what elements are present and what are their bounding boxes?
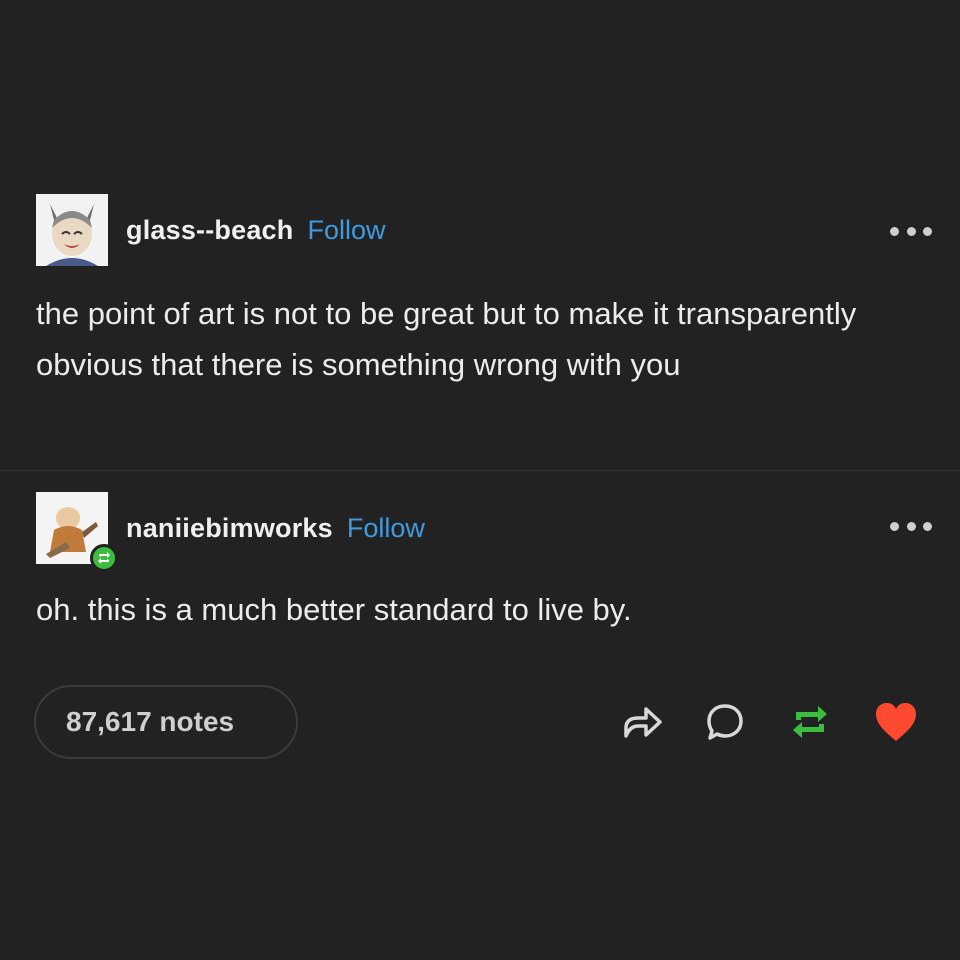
post-text: oh. this is a much better standard to li… [36,592,632,627]
divider [0,470,960,471]
reblog-icon [98,552,110,564]
username[interactable]: glass--beach [126,215,293,246]
post-text: the point of art is not to be great but … [36,296,857,382]
notes-count-button[interactable]: 87,617 notes [34,685,298,759]
username[interactable]: naniiebimworks [126,513,333,544]
more-options-icon[interactable] [890,225,932,237]
like-heart-icon[interactable] [872,698,920,746]
reblog-badge [90,544,118,572]
avatar-wrapper [36,492,118,572]
follow-button[interactable]: Follow [307,215,385,246]
tumblr-post-screenshot: glass--beach Follow the point of art is … [0,0,960,960]
share-icon[interactable] [618,698,666,746]
follow-button[interactable]: Follow [347,513,425,544]
anime-character-avatar-icon [36,194,108,266]
reblog-icon[interactable] [786,698,834,746]
post-header-2: naniiebimworks Follow [36,492,425,572]
more-options-icon[interactable] [890,520,932,532]
post-header-1: glass--beach Follow [36,194,386,266]
avatar[interactable] [36,194,108,266]
comment-icon[interactable] [701,698,749,746]
